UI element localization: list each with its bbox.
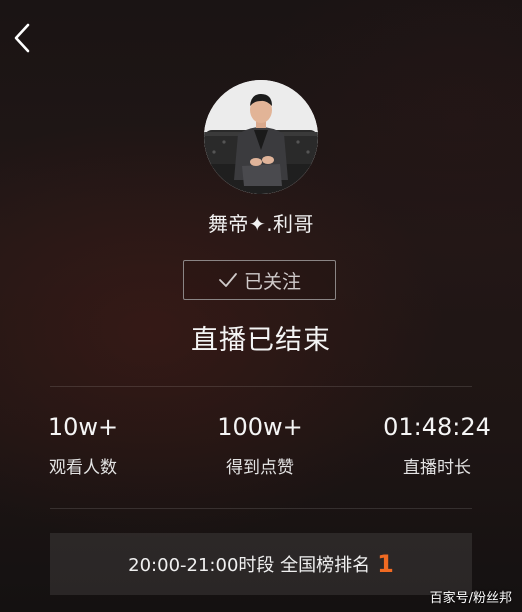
stat-value: 01:48:24 <box>383 413 491 441</box>
stat-value: 10w+ <box>47 413 119 441</box>
stat-label: 直播时长 <box>403 458 471 478</box>
chevron-left-icon <box>14 23 30 53</box>
watermark-text: 百家号/粉丝邦 <box>429 591 512 606</box>
stat-value: 100w+ <box>217 413 303 441</box>
check-icon <box>219 273 237 287</box>
ranking-banner[interactable]: 20:00-21:00时段 全国榜排名 1 <box>50 533 472 595</box>
stat-label: 观看人数 <box>49 458 117 478</box>
back-button[interactable] <box>8 20 38 56</box>
divider <box>50 508 472 509</box>
ranking-number: 1 <box>377 550 394 578</box>
stats-row: 10w+ 观看人数 100w+ 得到点赞 01:48:24 直播时长 <box>0 410 522 490</box>
ranking-text: 20:00-21:00时段 全国榜排名 <box>128 555 371 576</box>
follow-button[interactable]: 已关注 <box>183 260 336 300</box>
avatar-photo <box>204 80 318 194</box>
follow-label: 已关注 <box>243 270 301 293</box>
stat-likes: 100w+ 得到点赞 <box>185 410 335 480</box>
stat-viewers: 10w+ 观看人数 <box>8 410 158 480</box>
stat-duration: 01:48:24 直播时长 <box>362 410 512 480</box>
host-avatar[interactable] <box>204 80 318 194</box>
stat-label: 得到点赞 <box>226 458 294 478</box>
live-ended-title: 直播已结束 <box>191 325 331 356</box>
divider <box>50 386 472 387</box>
host-name: 舞帝✦.利哥 <box>207 212 315 236</box>
